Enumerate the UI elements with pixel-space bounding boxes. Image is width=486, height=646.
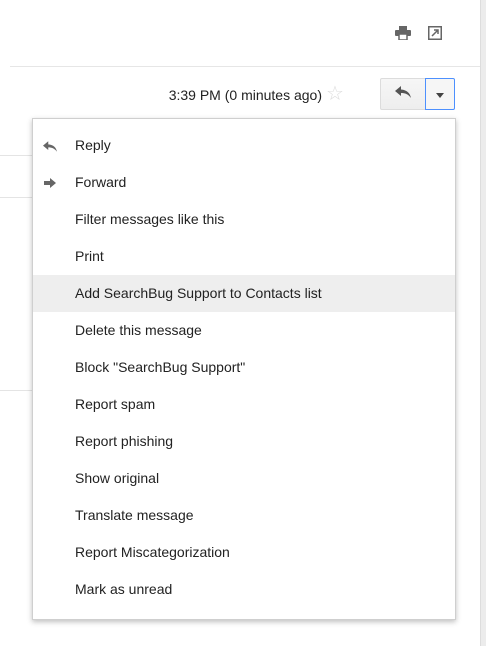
menu-item-delete[interactable]: Delete this message [33, 312, 455, 349]
menu-item-label: Report spam [75, 396, 156, 412]
message-timestamp: 3:39 PM (0 minutes ago) [168, 87, 322, 103]
menu-item-label: Show original [75, 470, 160, 486]
reply-icon [395, 85, 411, 103]
menu-item-label: Block "SearchBug Support" [75, 359, 246, 375]
menu-item-label: Mark as unread [75, 581, 173, 597]
reply-icon [43, 139, 57, 153]
menu-item-filter[interactable]: Filter messages like this [33, 201, 455, 238]
menu-item-reply[interactable]: Reply [33, 127, 455, 164]
reply-button[interactable] [380, 78, 426, 110]
menu-item-mark-unread[interactable]: Mark as unread [33, 571, 455, 608]
forward-icon [43, 176, 57, 190]
menu-item-forward[interactable]: Forward [33, 164, 455, 201]
menu-item-label: Print [75, 248, 104, 264]
print-icon[interactable] [394, 24, 412, 42]
new-window-icon[interactable] [426, 24, 444, 42]
menu-item-label: Report Miscategorization [75, 544, 230, 560]
menu-item-block-sender[interactable]: Block "SearchBug Support" [33, 349, 455, 386]
menu-item-translate[interactable]: Translate message [33, 497, 455, 534]
menu-item-label: Forward [75, 174, 127, 190]
message-header: 3:39 PM (0 minutes ago) ☆ [10, 78, 470, 114]
gmail-message-view: 3:39 PM (0 minutes ago) ☆ Reply Forward … [0, 0, 486, 646]
menu-item-label: Delete this message [75, 322, 202, 338]
header-divider [10, 66, 480, 67]
menu-item-label: Reply [75, 137, 111, 153]
menu-item-report-miscategorization[interactable]: Report Miscategorization [33, 534, 455, 571]
background-divider [0, 390, 32, 391]
menu-item-label: Translate message [75, 507, 194, 523]
message-actions-menu: Reply Forward Filter messages like this … [32, 118, 456, 620]
menu-item-show-original[interactable]: Show original [33, 460, 455, 497]
menu-item-report-phishing[interactable]: Report phishing [33, 423, 455, 460]
menu-item-label: Report phishing [75, 433, 174, 449]
menu-item-print[interactable]: Print [33, 238, 455, 275]
menu-item-label: Add SearchBug Support to Contacts list [75, 285, 322, 301]
star-icon[interactable]: ☆ [326, 84, 344, 104]
background-divider [0, 197, 32, 198]
top-toolbar [394, 24, 444, 42]
menu-item-add-to-contacts[interactable]: Add SearchBug Support to Contacts list [33, 275, 455, 312]
menu-item-label: Filter messages like this [75, 211, 225, 227]
more-options-button[interactable] [425, 78, 455, 110]
scrollbar-track[interactable] [480, 0, 486, 646]
menu-item-report-spam[interactable]: Report spam [33, 386, 455, 423]
dropdown-arrow-icon [436, 85, 444, 103]
background-divider [0, 155, 32, 156]
